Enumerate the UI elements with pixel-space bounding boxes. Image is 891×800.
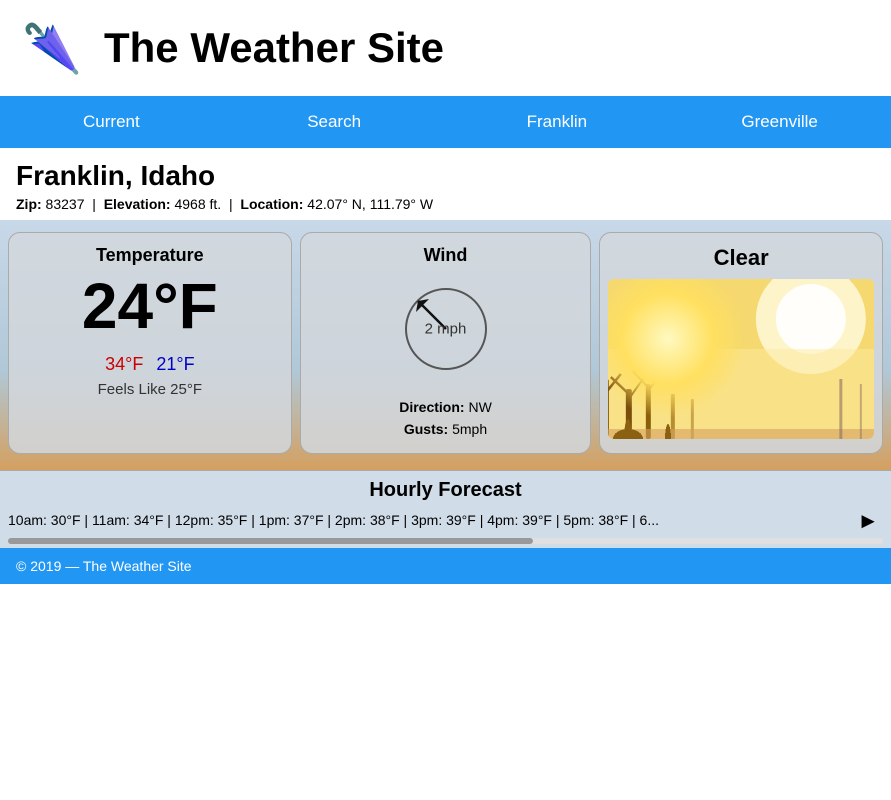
- sky-svg: [608, 279, 874, 439]
- zip-value: 83237: [46, 196, 85, 212]
- site-logo: 🌂: [12, 8, 92, 88]
- location-info: Franklin, Idaho Zip: 83237 | Elevation: …: [0, 148, 891, 220]
- temperature-hi-lo: 34°F 21°F: [105, 354, 194, 375]
- coordinates-value: 42.07° N, 111.79° W: [307, 196, 433, 212]
- wind-details: Direction: NW Gusts: 5mph: [399, 396, 492, 441]
- elevation-value: 4968 ft.: [174, 196, 221, 212]
- nav-item-search[interactable]: Search: [223, 96, 446, 148]
- wind-card-title: Wind: [424, 245, 468, 266]
- footer-text: © 2019 — The Weather Site: [16, 558, 192, 574]
- wind-direction-value: NW: [468, 399, 491, 415]
- temperature-feels-like: Feels Like 25°F: [98, 381, 202, 398]
- weather-section: Temperature 24°F 34°F 21°F Feels Like 25…: [0, 220, 891, 470]
- sky-card: Clear: [599, 232, 883, 454]
- nav-item-current[interactable]: Current: [0, 96, 223, 148]
- temperature-value: 24°F: [82, 274, 218, 338]
- hourly-scrollbar[interactable]: [8, 538, 883, 544]
- nav-item-greenville[interactable]: Greenville: [668, 96, 891, 148]
- wind-speed: 2 mph: [425, 321, 467, 338]
- site-header: 🌂 The Weather Site: [0, 0, 891, 96]
- hourly-row: 10am: 30°F | 11am: 34°F | 12pm: 35°F | 1…: [8, 508, 883, 534]
- location-details: Zip: 83237 | Elevation: 4968 ft. | Locat…: [16, 196, 875, 212]
- main-nav: Current Search Franklin Greenville: [0, 96, 891, 148]
- hourly-section: Hourly Forecast 10am: 30°F | 11am: 34°F …: [0, 470, 891, 548]
- zip-label: Zip:: [16, 196, 42, 212]
- sky-image: [608, 279, 874, 439]
- hourly-next-arrow[interactable]: ►: [853, 508, 883, 534]
- temperature-card-title: Temperature: [96, 245, 204, 266]
- hourly-forecast-title: Hourly Forecast: [8, 479, 883, 502]
- location-name: Franklin, Idaho: [16, 160, 875, 192]
- hourly-scroll[interactable]: 10am: 30°F | 11am: 34°F | 12pm: 35°F | 1…: [8, 512, 853, 530]
- site-title: The Weather Site: [104, 24, 444, 72]
- sky-card-title: Clear: [714, 245, 769, 271]
- wind-gusts-label: Gusts:: [404, 421, 448, 437]
- wind-direction-label: Direction:: [399, 399, 464, 415]
- hourly-scrollbar-thumb[interactable]: [8, 538, 533, 544]
- wind-gusts-value: 5mph: [452, 421, 487, 437]
- elevation-label: Elevation:: [104, 196, 171, 212]
- temperature-low: 21°F: [156, 354, 194, 374]
- wind-circle: 2 mph: [391, 274, 501, 384]
- hourly-data: 10am: 30°F | 11am: 34°F | 12pm: 35°F | 1…: [8, 512, 659, 528]
- temperature-high: 34°F: [105, 354, 143, 374]
- wind-card: Wind 2 mph Direction: NW Gusts: 5mp: [300, 232, 592, 454]
- nav-item-franklin[interactable]: Franklin: [446, 96, 669, 148]
- hourly-scrollbar-wrap: [8, 538, 883, 544]
- cards-row: Temperature 24°F 34°F 21°F Feels Like 25…: [8, 232, 883, 454]
- site-footer: © 2019 — The Weather Site: [0, 548, 891, 584]
- temperature-card: Temperature 24°F 34°F 21°F Feels Like 25…: [8, 232, 292, 454]
- location-label: Location:: [240, 196, 303, 212]
